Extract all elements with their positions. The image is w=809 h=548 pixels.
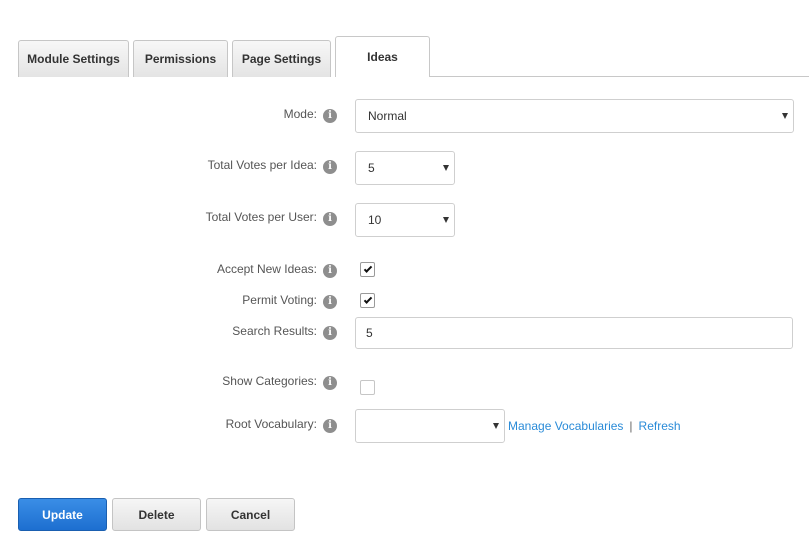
chevron-down-icon xyxy=(493,423,499,429)
tab-page-settings[interactable]: Page Settings xyxy=(232,40,331,77)
manage-vocabularies-link[interactable]: Manage Vocabularies xyxy=(508,419,623,433)
vocabulary-links: Manage Vocabularies | Refresh xyxy=(508,419,681,433)
chevron-down-icon xyxy=(782,113,788,119)
accept-new-ideas-checkbox[interactable] xyxy=(360,262,375,277)
refresh-link[interactable]: Refresh xyxy=(639,419,681,433)
votes-per-user-value: 10 xyxy=(368,213,382,227)
votes-per-idea-info-icon[interactable]: i xyxy=(323,160,337,174)
permit-voting-checkbox[interactable] xyxy=(360,293,375,308)
root-vocabulary-label: Root Vocabulary: xyxy=(225,417,317,431)
root-vocabulary-info-icon[interactable]: i xyxy=(323,419,337,433)
chevron-down-icon xyxy=(443,217,449,223)
tab-permissions[interactable]: Permissions xyxy=(133,40,228,77)
mode-select-value: Normal xyxy=(368,109,407,123)
show-categories-checkbox[interactable] xyxy=(360,380,375,395)
checkmark-icon xyxy=(363,263,372,273)
root-vocabulary-select[interactable] xyxy=(355,409,505,443)
mode-label: Mode: xyxy=(283,107,317,121)
votes-per-idea-select[interactable]: 5 xyxy=(355,151,455,185)
votes-per-user-select[interactable]: 10 xyxy=(355,203,455,237)
link-separator: | xyxy=(629,419,633,433)
tab-module-settings[interactable]: Module Settings xyxy=(18,40,129,77)
accept-new-ideas-info-icon[interactable]: i xyxy=(323,264,337,278)
tab-ideas[interactable]: Ideas xyxy=(335,36,430,77)
votes-per-user-info-icon[interactable]: i xyxy=(323,212,337,226)
tab-bar-divider xyxy=(429,76,809,77)
tab-bar: Module Settings Permissions Page Setting… xyxy=(0,0,809,77)
mode-select[interactable]: Normal xyxy=(355,99,794,133)
update-button[interactable]: Update xyxy=(18,498,107,531)
search-results-info-icon[interactable]: i xyxy=(323,326,337,340)
chevron-down-icon xyxy=(443,165,449,171)
cancel-button[interactable]: Cancel xyxy=(206,498,295,531)
delete-button[interactable]: Delete xyxy=(112,498,201,531)
votes-per-idea-label: Total Votes per Idea: xyxy=(207,158,317,172)
permit-voting-info-icon[interactable]: i xyxy=(323,295,337,309)
accept-new-ideas-label: Accept New Ideas: xyxy=(216,262,317,276)
search-results-input[interactable]: 5 xyxy=(355,317,793,349)
votes-per-user-label: Total Votes per User: xyxy=(205,210,317,224)
votes-per-idea-value: 5 xyxy=(368,161,375,175)
permit-voting-label: Permit Voting: xyxy=(242,293,317,307)
search-results-label: Search Results: xyxy=(232,324,317,338)
show-categories-info-icon[interactable]: i xyxy=(323,376,337,390)
checkmark-icon xyxy=(363,294,372,304)
show-categories-label: Show Categories: xyxy=(222,374,317,388)
mode-info-icon[interactable]: i xyxy=(323,109,337,123)
